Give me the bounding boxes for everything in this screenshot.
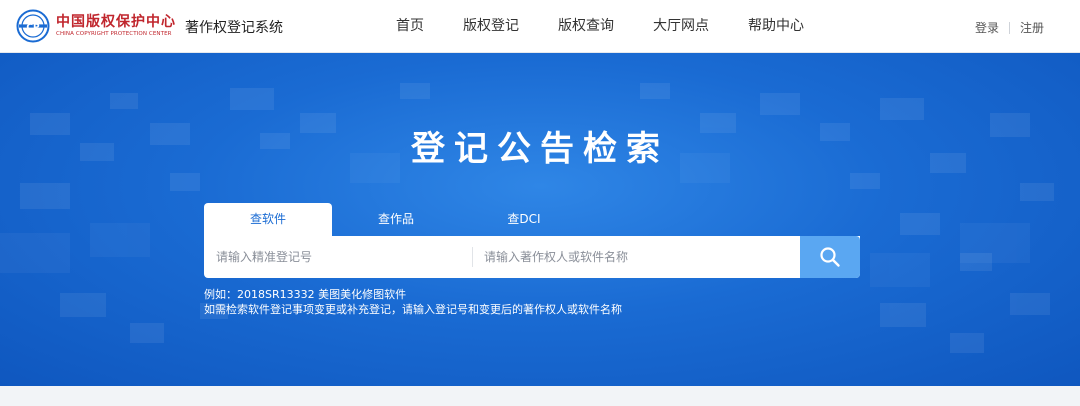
main-nav: 首页 版权登记 版权查询 大厅网点 帮助中心 [396, 0, 843, 52]
page-title: 登记公告检索 [411, 129, 669, 169]
brand-logo[interactable]: CP 中国版权保护中心 CHINA COPYRIGHT PROTECTION C… [16, 9, 176, 43]
nav-item-registration[interactable]: 版权登记 [463, 0, 519, 52]
system-title: 著作权登记系统 [185, 20, 283, 36]
input-divider [472, 247, 473, 267]
tab-works[interactable]: 查作品 [354, 203, 438, 236]
tab-dci[interactable]: 查DCI [484, 203, 564, 236]
search-hero: 登记公告检索 查软件 查作品 查DCI 例如：2018SR13332 美图美化修… [0, 53, 1080, 386]
nav-item-home[interactable]: 首页 [396, 0, 424, 52]
nav-item-help[interactable]: 帮助中心 [748, 0, 804, 52]
logo-text: 中国版权保护中心 CHINA COPYRIGHT PROTECTION CENT… [56, 14, 176, 38]
search-icon [820, 247, 840, 267]
brand-name-en: CHINA COPYRIGHT PROTECTION CENTER [56, 31, 172, 37]
nav-item-service-halls[interactable]: 大厅网点 [653, 0, 709, 52]
registration-number-input[interactable] [216, 236, 466, 278]
top-header: CP 中国版权保护中心 CHINA COPYRIGHT PROTECTION C… [0, 0, 1080, 53]
logo-letters: CP [26, 23, 40, 33]
cpc-logo-icon: CP [16, 9, 50, 43]
search-button[interactable] [800, 236, 860, 278]
tab-software[interactable]: 查软件 [204, 203, 332, 236]
search-bar [204, 236, 860, 278]
login-link[interactable]: 登录 [975, 19, 999, 36]
owner-or-software-name-input[interactable] [484, 236, 794, 278]
search-example-hint: 例如：2018SR13332 美图美化修图软件 [204, 288, 407, 301]
nav-item-query[interactable]: 版权查询 [558, 0, 614, 52]
search-tabs: 查软件 查作品 查DCI [204, 203, 604, 237]
search-change-note: 如需检索软件登记事项变更或补充登记，请输入登记号和变更后的著作权人或软件名称 [204, 303, 622, 316]
auth-links: 登录 注册 [975, 19, 1044, 36]
register-link[interactable]: 注册 [1020, 19, 1044, 36]
brand-name-cn: 中国版权保护中心 [56, 14, 176, 30]
page-bottom-area [0, 386, 1080, 406]
auth-divider [1008, 21, 1010, 34]
